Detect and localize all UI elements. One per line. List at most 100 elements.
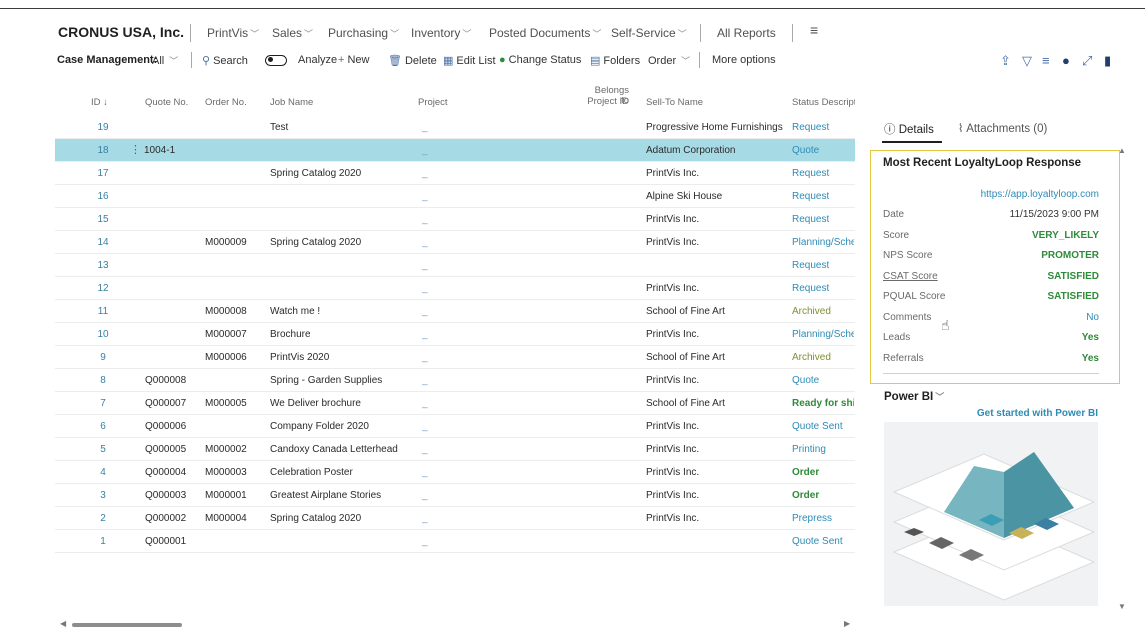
table-row[interactable]: 7 Q000007 M000005 We Deliver brochure _ Schoo… xyxy=(55,392,855,415)
cell-job-name[interactable]: Greatest Airplane Stories xyxy=(270,490,410,501)
cell-job-name[interactable]: Candoxy Canada Letterhead xyxy=(270,444,410,455)
cell-id[interactable]: 10 xyxy=(88,329,118,340)
cell-id[interactable]: 13 xyxy=(88,260,118,271)
nav-self-service[interactable]: Self-Service ﹀ xyxy=(611,26,687,40)
scroll-down-icon[interactable]: ▼ xyxy=(1118,602,1126,611)
cell-status[interactable]: Request xyxy=(792,283,854,294)
nav-sales[interactable]: Sales ﹀ xyxy=(272,26,313,40)
table-row[interactable]: 10 M000007 Brochure _ PrintVis Inc. Planning/… xyxy=(55,323,855,346)
cell-id[interactable]: 5 xyxy=(88,444,118,455)
scroll-right-icon[interactable]: ▶ xyxy=(844,619,850,628)
scrollbar-thumb[interactable] xyxy=(72,623,182,627)
powerbi-get-started-link[interactable]: Get started with Power BI xyxy=(977,408,1098,419)
column-header-project[interactable]: Project xyxy=(418,98,448,108)
cell-job-name[interactable]: We Deliver brochure xyxy=(270,398,410,409)
order-dropdown[interactable]: Order ﹀ xyxy=(648,54,690,67)
cell-job-name[interactable]: Watch me ! xyxy=(270,306,410,317)
cell-status[interactable]: Quote Sent xyxy=(792,536,854,547)
folders-button[interactable]: ▤ Folders xyxy=(590,54,640,68)
table-row[interactable]: 13 _ Request xyxy=(55,254,855,277)
column-header-status[interactable]: Status Description xyxy=(792,98,855,108)
cell-id[interactable]: 8 xyxy=(88,375,118,386)
cell-id[interactable]: 1 xyxy=(88,536,118,547)
table-row[interactable]: 8 Q000008 Spring - Garden Supplies _ PrintVi… xyxy=(55,369,855,392)
row-actions-icon[interactable]: ⋮ xyxy=(130,143,141,156)
table-row[interactable]: 3 Q000003 M000001 Greatest Airplane Stories… xyxy=(55,484,855,507)
more-options-button[interactable]: More options xyxy=(712,54,776,66)
cell-status[interactable]: Request xyxy=(792,191,854,202)
cell-status[interactable]: Quote xyxy=(792,375,854,386)
cell-status[interactable]: Request xyxy=(792,168,854,179)
cell-id[interactable]: 16 xyxy=(88,191,118,202)
cell-status[interactable]: Prepress xyxy=(792,513,854,524)
filter-dropdown[interactable]: All ﹀ xyxy=(152,54,178,67)
column-header-id[interactable]: ID ↓ xyxy=(91,98,108,108)
cell-id[interactable]: 3 xyxy=(88,490,118,501)
cell-id[interactable]: 11 xyxy=(88,306,118,317)
cell-id[interactable]: 2 xyxy=(88,513,118,524)
column-header-project-id[interactable]: Project ID xyxy=(577,97,629,107)
cell-job-name[interactable]: Company Folder 2020 xyxy=(270,421,410,432)
table-row[interactable]: 4 Q000004 M000003 Celebration Poster _ PrintV… xyxy=(55,461,855,484)
cell-id[interactable]: 12 xyxy=(88,283,118,294)
table-row[interactable]: 18 1004-1 _ Adatum Corporation Quote ⋮ xyxy=(55,139,855,162)
new-button[interactable]: + New xyxy=(338,54,369,66)
cell-job-name[interactable]: Spring - Garden Supplies xyxy=(270,375,410,386)
share-icon[interactable]: ⇪ xyxy=(1000,53,1011,69)
cell-job-name[interactable]: Spring Catalog 2020 xyxy=(270,168,410,179)
cell-id[interactable]: 18 xyxy=(88,145,118,156)
table-row[interactable]: 16 _ Alpine Ski House Request xyxy=(55,185,855,208)
table-row[interactable]: 19 Test _ Progressive Home Furnishings Reque… xyxy=(55,116,855,139)
column-header-quote-no[interactable]: Quote No. xyxy=(145,98,188,108)
delete-button[interactable]: 🗑 Delete xyxy=(388,54,437,68)
table-row[interactable]: 11 M000008 Watch me ! _ School of Fine Art Ar… xyxy=(55,300,855,323)
table-row[interactable]: 1 Q000001 _ Quote Sent xyxy=(55,530,855,553)
scroll-left-icon[interactable]: ◀ xyxy=(60,619,66,628)
cell-status[interactable]: Planning/Sche xyxy=(792,329,854,340)
table-row[interactable]: 12 _ PrintVis Inc. Request xyxy=(55,277,855,300)
cell-id[interactable]: 6 xyxy=(88,421,118,432)
search-button[interactable]: ⚲ Search xyxy=(202,54,248,68)
cell-status[interactable]: Archived xyxy=(792,306,854,317)
cell-job-name[interactable]: Celebration Poster xyxy=(270,467,410,478)
cell-status[interactable]: Request xyxy=(792,260,854,271)
table-row[interactable]: 15 _ PrintVis Inc. Request xyxy=(55,208,855,231)
nav-printvis[interactable]: PrintVis ﹀ xyxy=(207,26,259,40)
cell-job-name[interactable]: Spring Catalog 2020 xyxy=(270,237,410,248)
cell-id[interactable]: 15 xyxy=(88,214,118,225)
bookmark-icon[interactable]: ▮ xyxy=(1104,53,1111,69)
hamburger-menu-icon[interactable]: ≡ xyxy=(810,22,818,38)
cell-status[interactable]: Quote xyxy=(792,145,854,156)
cell-status[interactable]: Ready for ship xyxy=(792,398,854,409)
cell-id[interactable]: 4 xyxy=(88,467,118,478)
analyze-toggle[interactable]: Analyze xyxy=(265,54,337,66)
table-row[interactable]: 17 Spring Catalog 2020 _ PrintVis Inc. Reque… xyxy=(55,162,855,185)
cell-job-name[interactable]: PrintVis 2020 xyxy=(270,352,410,363)
tab-attachments[interactable]: ⌇ Attachments (0) xyxy=(958,121,1047,135)
table-row[interactable]: 5 Q000005 M000002 Candoxy Canada Letterhead… xyxy=(55,438,855,461)
column-header-sell-to-name[interactable]: Sell-To Name xyxy=(646,98,703,108)
cell-job-name[interactable]: Spring Catalog 2020 xyxy=(270,513,410,524)
cell-status[interactable]: Quote Sent xyxy=(792,421,854,432)
scroll-up-icon[interactable]: ▲ xyxy=(1118,146,1126,155)
cell-status[interactable]: Order xyxy=(792,490,854,501)
table-row[interactable]: 6 Q000006 Company Folder 2020 _ PrintVis Inc… xyxy=(55,415,855,438)
info-icon[interactable]: ● xyxy=(1062,53,1070,68)
table-row[interactable]: 2 Q000002 M000004 Spring Catalog 2020 _ Print… xyxy=(55,507,855,530)
table-row[interactable]: 14 M000009 Spring Catalog 2020 _ PrintVis In… xyxy=(55,231,855,254)
cell-status[interactable]: Request xyxy=(792,214,854,225)
list-view-icon[interactable]: ≡ xyxy=(1042,53,1050,68)
filter-icon[interactable]: ▽ xyxy=(1022,53,1032,69)
nav-inventory[interactable]: Inventory ﹀ xyxy=(411,26,471,40)
cell-id[interactable]: 17 xyxy=(88,168,118,179)
edit-list-button[interactable]: ▦ Edit List xyxy=(443,54,496,68)
tab-details[interactable]: ⓘ Details xyxy=(884,121,934,137)
column-header-job-name[interactable]: Job Name xyxy=(270,98,313,108)
loyaltyloop-link[interactable]: https://app.loyaltyloop.com xyxy=(981,189,1099,200)
table-row[interactable]: 9 M000006 PrintVis 2020 _ School of Fine Art… xyxy=(55,346,855,369)
cell-status[interactable]: Archived xyxy=(792,352,854,363)
cell-job-name[interactable]: Test xyxy=(270,122,410,133)
change-status-button[interactable]: ● Change Status xyxy=(499,54,581,66)
cell-status[interactable]: Request xyxy=(792,122,854,133)
cell-id[interactable]: 14 xyxy=(88,237,118,248)
